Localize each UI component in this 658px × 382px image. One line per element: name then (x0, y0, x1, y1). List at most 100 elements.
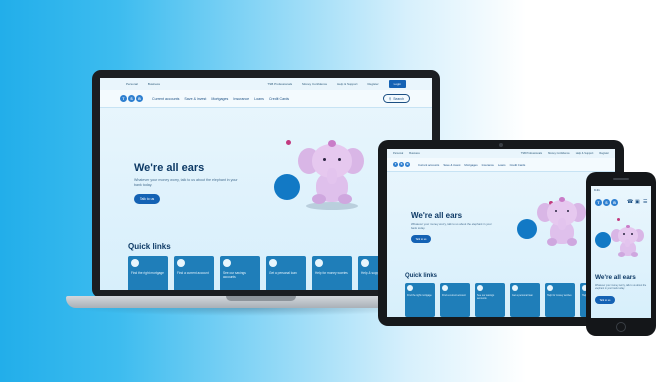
tablet-screen: Personal Business TSB Professionals Mone… (387, 149, 615, 317)
logo-letter: S (603, 199, 610, 206)
nav-current-accounts[interactable]: Current accounts (152, 97, 179, 101)
elephant-mascot (298, 134, 368, 214)
login-button[interactable]: Login (388, 80, 406, 88)
utility-link-register[interactable]: Register (599, 152, 609, 155)
utility-link-professionals[interactable]: TSB Professionals (521, 152, 542, 155)
quick-link-mortgage[interactable]: Find the right mortgage (128, 256, 168, 290)
phone-home-button[interactable] (616, 322, 626, 332)
quick-link-current-account[interactable]: Find a current account (440, 283, 470, 317)
elephant-hair-tuft (328, 140, 336, 147)
card-icon (177, 259, 185, 267)
quick-link-label: Help for money worries (547, 294, 572, 297)
elephant-eye (623, 233, 625, 235)
nav-credit-cards[interactable]: Credit Cards (269, 97, 289, 101)
quick-link-current-account[interactable]: Find a current account (174, 256, 214, 290)
elephant-eye (567, 210, 569, 212)
elephant-mascot (537, 193, 589, 253)
menu-icon[interactable]: ☰ (643, 199, 647, 205)
nav-loans[interactable]: Loans (498, 163, 506, 167)
pound-icon (512, 285, 518, 291)
utility-link-money-confidence[interactable]: Money Confidence (548, 152, 570, 155)
elephant-eye (338, 158, 341, 161)
nav-insurance[interactable]: Insurance (233, 97, 249, 101)
hero-title: We're all ears (134, 162, 205, 174)
heart-icon (547, 285, 553, 291)
quick-link-label: Find the right mortgage (131, 271, 164, 275)
tablet-camera (499, 143, 503, 147)
utility-link-personal[interactable]: Personal (126, 82, 138, 86)
talk-to-us-button[interactable]: Talk to us (595, 296, 615, 304)
utility-link-business[interactable]: Business (409, 152, 420, 155)
elephant-eye (323, 158, 326, 161)
nav-current-accounts[interactable]: Current accounts (418, 163, 439, 167)
nav-mortgages[interactable]: Mortgages (211, 97, 228, 101)
utility-link-money-confidence[interactable]: Money Confidence (302, 82, 327, 86)
pound-icon (269, 259, 277, 267)
logo-letter: B (405, 162, 410, 167)
search-button[interactable]: ⚲ Search (382, 94, 410, 103)
laptop-notch (226, 296, 296, 301)
phone-screen: 9:41 T S B ☎ ▣ ☰ We're all ears Whatever… (591, 186, 651, 318)
piggy-bank-icon (223, 259, 231, 267)
hero-subtitle: Whatever your money worry, talk to us ab… (134, 178, 238, 187)
elephant-eye (555, 210, 557, 212)
quick-link-money-worries[interactable]: Help for money worries (545, 283, 575, 317)
talk-to-us-button[interactable]: Talk to us (134, 194, 160, 204)
utility-bar: Personal Business TSB Professionals Mone… (387, 149, 615, 158)
logo-letter: T (393, 162, 398, 167)
tsb-logo[interactable]: T S B (595, 199, 618, 206)
tsb-logo[interactable]: T S B (120, 95, 143, 102)
nav-mortgages[interactable]: Mortgages (464, 163, 477, 167)
nav-credit-cards[interactable]: Credit Cards (510, 163, 526, 167)
logo-letter: S (399, 162, 404, 167)
phone-icon[interactable]: ☎ (627, 199, 633, 205)
nav-save-invest[interactable]: Save & invest (184, 97, 206, 101)
quick-link-label: Get a personal loan (512, 294, 533, 297)
logo-letter: S (128, 95, 135, 102)
utility-link-business[interactable]: Business (148, 82, 160, 86)
utility-link-professionals[interactable]: TSB Professionals (267, 82, 292, 86)
decor-blue-circle (595, 232, 611, 248)
elephant-foot (312, 194, 326, 204)
elephant-eye (631, 233, 633, 235)
talk-to-us-button[interactable]: Talk to us (411, 235, 431, 243)
logo-letter: B (611, 199, 618, 206)
logo-letter: T (120, 95, 127, 102)
quick-link-label: Get a personal loan (269, 271, 297, 275)
chat-icon (361, 259, 369, 267)
nav-insurance[interactable]: Insurance (482, 163, 494, 167)
decor-blue-circle (274, 174, 300, 200)
elephant-foot (567, 238, 577, 246)
logo-letter: T (595, 199, 602, 206)
lock-icon[interactable]: ▣ (635, 199, 640, 205)
main-nav: T S B Current accounts Save & invest Mor… (100, 90, 432, 108)
decor-pink-dot (617, 218, 620, 221)
device-mockup-scene: Personal Business TSB Professionals Mone… (0, 0, 658, 382)
phone: 9:41 T S B ☎ ▣ ☰ We're all ears Whatever… (586, 172, 656, 336)
elephant-trunk (558, 218, 566, 230)
nav-save-invest[interactable]: Save & invest (443, 163, 460, 167)
utility-link-personal[interactable]: Personal (393, 152, 403, 155)
quick-links-title: Quick links (128, 242, 171, 251)
quick-link-loan[interactable]: Get a personal loan (510, 283, 540, 317)
utility-bar: Personal Business TSB Professionals Mone… (100, 78, 432, 90)
search-icon: ⚲ (388, 96, 392, 101)
heart-icon (315, 259, 323, 267)
decor-pink-dot (286, 140, 291, 145)
quick-link-label: Find the right mortgage (407, 294, 432, 297)
quick-link-money-worries[interactable]: Help for money worries (312, 256, 352, 290)
quick-link-loan[interactable]: Get a personal loan (266, 256, 306, 290)
hero-subtitle: Whatever your money worry, talk to us ab… (595, 284, 647, 291)
logo-letter: B (136, 95, 143, 102)
quick-link-mortgage[interactable]: Find the right mortgage (405, 283, 435, 317)
utility-link-register[interactable]: Register (367, 82, 378, 86)
card-icon (442, 285, 448, 291)
house-icon (131, 259, 139, 267)
utility-link-help[interactable]: Help & Support (337, 82, 357, 86)
quick-link-savings[interactable]: See our savings accounts (220, 256, 260, 290)
tsb-logo[interactable]: T S B (393, 162, 410, 167)
quick-link-label: See our savings accounts (223, 271, 246, 279)
nav-loans[interactable]: Loans (254, 97, 264, 101)
quick-link-savings[interactable]: See our savings accounts (475, 283, 505, 317)
utility-link-help[interactable]: Help & Support (576, 152, 594, 155)
